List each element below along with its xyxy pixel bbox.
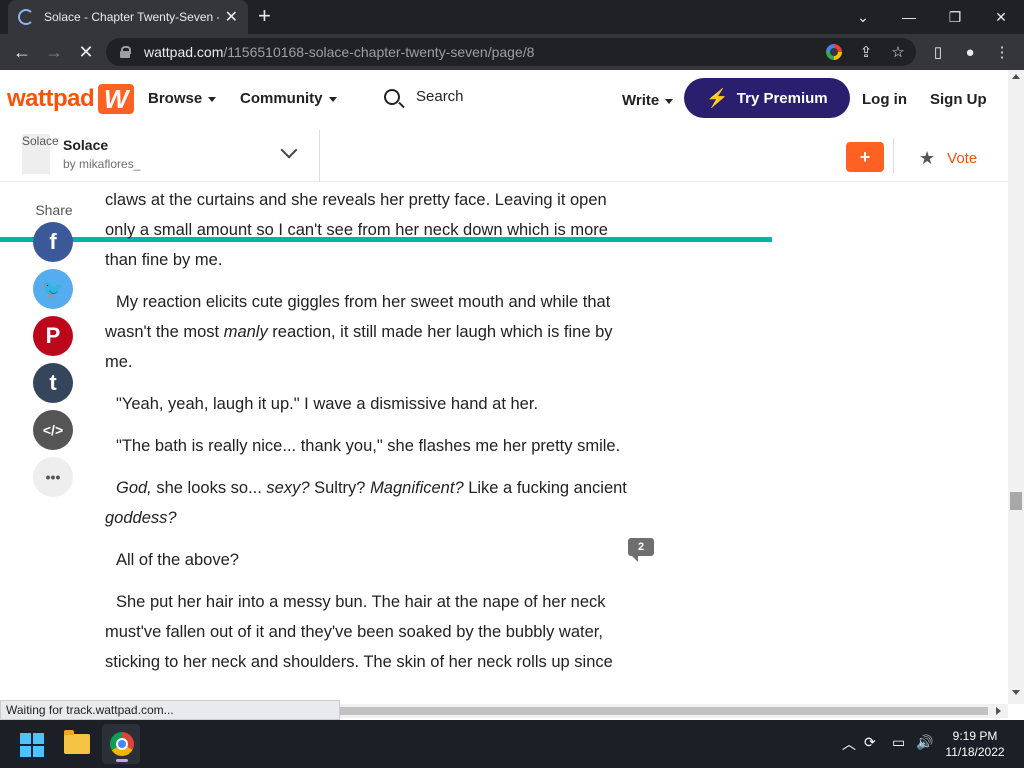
browser-tab[interactable]: Solace - Chapter Twenty-Seven - ✕ [8, 0, 248, 34]
chevron-down-icon [208, 96, 217, 102]
story-cover[interactable]: Solace [22, 134, 59, 174]
browser-titlebar: Solace - Chapter Twenty-Seven - ✕ + ⌄ — … [0, 0, 1024, 34]
clock-date: 11/18/2022 [945, 745, 1005, 759]
browse-menu[interactable]: Browse [148, 90, 217, 107]
inline-comment-badge[interactable]: 2 [628, 538, 654, 562]
url-text[interactable]: wattpad.com/1156510168-solace-chapter-tw… [144, 44, 534, 60]
tab-close-icon[interactable]: ✕ [225, 7, 238, 27]
story-bar: Solace Solace by mikaflores_ + ★ Vote [0, 130, 1008, 242]
chapter-dropdown-chevron-icon[interactable] [280, 141, 298, 159]
bookmark-star-icon[interactable]: ☆ [888, 42, 908, 62]
window-close-button[interactable]: ✕ [978, 0, 1024, 34]
loading-spinner-icon [18, 9, 34, 25]
horizontal-scrollbar-thumb[interactable] [340, 707, 988, 715]
chevron-up-icon[interactable]: ︿ [842, 734, 856, 754]
google-lens-icon[interactable] [824, 42, 844, 62]
wattpad-w-icon: W [98, 84, 135, 114]
active-indicator [116, 759, 128, 762]
add-to-library-button[interactable]: + [846, 142, 884, 172]
lock-icon[interactable] [120, 46, 131, 58]
side-panel-icon[interactable]: ▯ [928, 42, 948, 62]
menu-kebab-icon[interactable]: ⋮ [992, 42, 1012, 62]
windows-taskbar: ︿ ⟳ ▭ 🔊 9:19 PM 11/18/2022 [0, 720, 1024, 768]
scroll-right-arrow-icon[interactable] [996, 707, 1001, 715]
chrome-taskbar-button[interactable] [102, 724, 140, 764]
forward-button[interactable]: → [42, 40, 66, 64]
share-tumblr-icon[interactable]: t [33, 363, 73, 403]
write-menu[interactable]: Write [622, 92, 674, 109]
search-button[interactable]: Search [384, 88, 464, 105]
windows-start-icon[interactable] [20, 733, 44, 757]
chapter-text: claws at the curtains and she reveals he… [105, 185, 630, 689]
story-author[interactable]: by mikaflores_ [63, 157, 140, 171]
restore-button[interactable]: ❐ [932, 0, 978, 34]
clock[interactable]: 9:19 PM 11/18/2022 [940, 728, 1010, 760]
new-tab-button[interactable]: + [258, 4, 271, 28]
login-link[interactable]: Log in [862, 91, 907, 108]
vote-button[interactable]: ★ Vote [919, 148, 977, 169]
tab-search-icon[interactable]: ⌄ [840, 0, 886, 34]
site-header: wattpad W Browse Community Search Write … [0, 70, 1008, 130]
paragraph: All of the above? [116, 551, 239, 569]
bolt-icon: ⚡ [706, 87, 729, 108]
paragraph: "The bath is really nice... thank you," … [116, 437, 621, 455]
scroll-down-arrow-icon[interactable] [1012, 690, 1020, 695]
clock-time: 9:19 PM [952, 729, 998, 743]
divider [893, 138, 894, 174]
star-icon: ★ [919, 148, 936, 168]
profile-avatar-icon[interactable]: ● [960, 42, 980, 62]
wattpad-logo[interactable]: wattpad W [7, 84, 135, 114]
story-title[interactable]: Solace [63, 137, 108, 153]
vertical-scrollbar[interactable] [1008, 70, 1024, 704]
scrollbar-thumb[interactable] [1010, 492, 1022, 510]
share-embed-icon[interactable]: </> [33, 410, 73, 450]
sync-icon[interactable]: ⟳ [864, 734, 876, 751]
chevron-down-icon [328, 96, 337, 102]
share-label: Share [35, 202, 73, 218]
page-viewport: wattpad W Browse Community Search Write … [0, 70, 1008, 704]
paragraph: claws at the curtains and she reveals he… [105, 191, 608, 269]
community-menu[interactable]: Community [240, 90, 337, 107]
horizontal-scrollbar[interactable] [340, 704, 1008, 718]
volume-icon[interactable]: 🔊 [916, 734, 933, 751]
scroll-up-arrow-icon[interactable] [1012, 74, 1020, 79]
status-bubble: Waiting for track.wattpad.com... [0, 700, 340, 720]
signup-link[interactable]: Sign Up [930, 91, 987, 108]
tab-title: Solace - Chapter Twenty-Seven - [44, 10, 219, 24]
chrome-icon [110, 732, 134, 756]
address-bar[interactable]: wattpad.com/1156510168-solace-chapter-tw… [106, 38, 916, 66]
stop-loading-button[interactable]: ✕ [74, 40, 98, 64]
share-pinterest-icon[interactable]: P [33, 316, 73, 356]
paragraph: "Yeah, yeah, laugh it up." I wave a dism… [116, 395, 539, 413]
share-page-icon[interactable]: ⇪ [856, 42, 876, 62]
minimize-button[interactable]: — [886, 0, 932, 34]
chevron-down-icon [665, 98, 674, 104]
browser-toolbar: ← → ✕ wattpad.com/1156510168-solace-chap… [0, 34, 1024, 70]
paragraph: She put her hair into a messy bun. The h… [105, 593, 613, 671]
try-premium-button[interactable]: ⚡ Try Premium [684, 78, 850, 118]
share-twitter-icon[interactable]: 🐦 [33, 269, 73, 309]
file-explorer-icon[interactable] [64, 730, 90, 754]
divider [319, 130, 320, 182]
network-icon[interactable]: ▭ [892, 734, 905, 751]
search-icon [384, 88, 400, 105]
share-more-icon[interactable]: ••• [33, 457, 73, 497]
paragraph: God, she looks so... sexy? Sultry? Magni… [105, 479, 627, 527]
share-facebook-icon[interactable]: f [33, 222, 73, 262]
paragraph: My reaction elicits cute giggles from he… [105, 293, 613, 371]
back-button[interactable]: ← [10, 40, 34, 64]
share-panel: Share f 🐦 Pt </> ••• [33, 202, 75, 504]
